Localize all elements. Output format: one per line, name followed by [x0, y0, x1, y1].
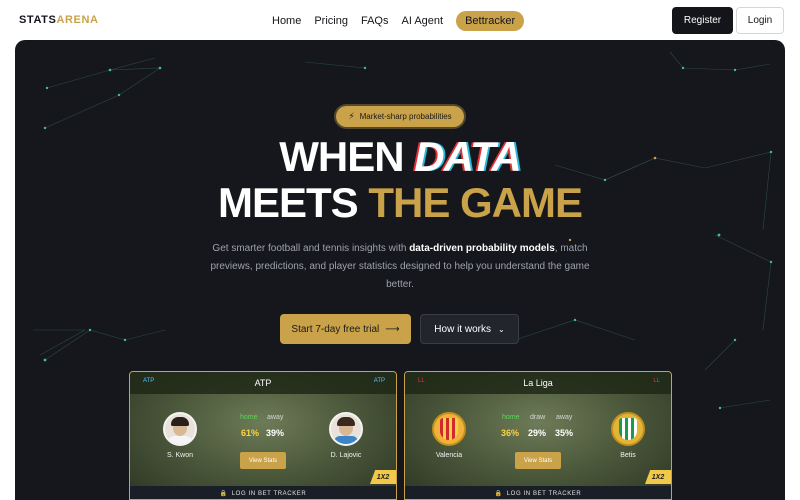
match-card-laliga[interactable]: LL La Liga LL Valencia home draw away 36…: [404, 371, 672, 500]
bolt-icon: ⚡: [348, 111, 355, 121]
nav-bettracker[interactable]: Bettracker: [456, 11, 525, 31]
card-header: LL La Liga LL: [405, 372, 671, 394]
betis-crest-icon: [611, 412, 645, 446]
draw-label: draw: [530, 414, 546, 421]
hero-heading-line1: WHEN DATA: [0, 134, 800, 180]
atp-tour-logo-icon: ATP: [143, 378, 155, 384]
team-name-away: Betis: [620, 452, 636, 459]
laliga-logo-icon: LL: [418, 378, 425, 384]
match-card-atp[interactable]: ATP ATP ATP S. Kwon home away 61% 39% Vi…: [129, 371, 397, 500]
nav-home[interactable]: Home: [272, 11, 301, 31]
away-label: away: [556, 414, 573, 421]
atp-tour-logo-icon: ATP: [373, 378, 385, 384]
nav-pricing[interactable]: Pricing: [314, 11, 348, 31]
subtitle-highlight: data-driven probability models: [409, 243, 555, 254]
chevron-down-icon: ⌄: [497, 324, 505, 334]
hero-heading-line2: MEETS THE GAME: [0, 180, 800, 226]
free-trial-button[interactable]: Start 7-day free trial ⟶: [280, 314, 411, 344]
hero-badge: ⚡ Market-sharp probabilities: [336, 106, 464, 127]
away-probability: 35%: [555, 428, 574, 438]
logo-text-left: STATS: [19, 14, 57, 26]
lock-icon: 🔒: [494, 491, 503, 497]
away-probability: 39%: [266, 428, 285, 438]
team-name-home: Valencia: [435, 452, 463, 459]
lock-icon: 🔒: [219, 491, 228, 497]
laliga-logo-icon: LL: [653, 378, 660, 384]
bet-tracker-label: LOG IN BET TRACKER: [506, 490, 582, 497]
home-probability: 61%: [241, 428, 260, 438]
away-label: away: [267, 414, 284, 421]
card-header: ATP ATP ATP: [130, 372, 396, 394]
subtitle-part-a: Get smarter football and tennis insights…: [212, 243, 407, 254]
how-it-works-label: How it works: [434, 323, 491, 335]
home-label: home: [240, 414, 258, 421]
how-it-works-button[interactable]: How it works ⌄: [420, 314, 519, 344]
market-tag: 1X2: [370, 470, 396, 484]
nav-faqs[interactable]: FAQs: [361, 11, 389, 31]
nav-links: Home Pricing FAQs AI Agent Bettracker: [272, 11, 525, 31]
free-trial-label: Start 7-day free trial: [291, 323, 380, 335]
heading-data: DATA: [414, 133, 521, 180]
draw-probability: 29%: [528, 428, 547, 438]
heading-the-game: THE GAME: [368, 179, 583, 226]
valencia-crest-icon: [432, 412, 466, 446]
card-league: ATP: [254, 378, 272, 388]
market-tag: 1X2: [645, 470, 671, 484]
player-avatar-home: [163, 412, 197, 446]
bet-tracker-login[interactable]: 🔒 LOG IN BET TRACKER: [130, 486, 396, 499]
heading-meets: MEETS: [217, 179, 359, 226]
home-label: home: [502, 414, 520, 421]
register-button[interactable]: Register: [672, 7, 733, 34]
player-avatar-away: [329, 412, 363, 446]
view-stats-button[interactable]: View Stats: [240, 452, 286, 469]
player-name-home: S. Kwon: [166, 452, 194, 459]
hero-subtitle: Get smarter football and tennis insights…: [200, 240, 600, 294]
nav-ai-agent[interactable]: AI Agent: [401, 11, 443, 31]
logo[interactable]: STATSARENA: [19, 14, 99, 26]
bet-tracker-label: LOG IN BET TRACKER: [231, 490, 307, 497]
heading-when: WHEN: [279, 133, 404, 180]
login-button[interactable]: Login: [736, 7, 784, 34]
logo-text-right: ARENA: [56, 14, 99, 26]
bet-tracker-login[interactable]: 🔒 LOG IN BET TRACKER: [405, 486, 671, 499]
player-name-away: D. Lajovic: [330, 452, 362, 459]
arrow-right-icon: ⟶: [385, 323, 400, 335]
view-stats-button[interactable]: View Stats: [515, 452, 561, 469]
badge-text: Market-sharp probabilities: [359, 112, 452, 121]
card-league: La Liga: [523, 378, 553, 388]
top-nav: STATSARENA Home Pricing FAQs AI Agent Be…: [0, 0, 800, 40]
home-probability: 36%: [501, 428, 520, 438]
